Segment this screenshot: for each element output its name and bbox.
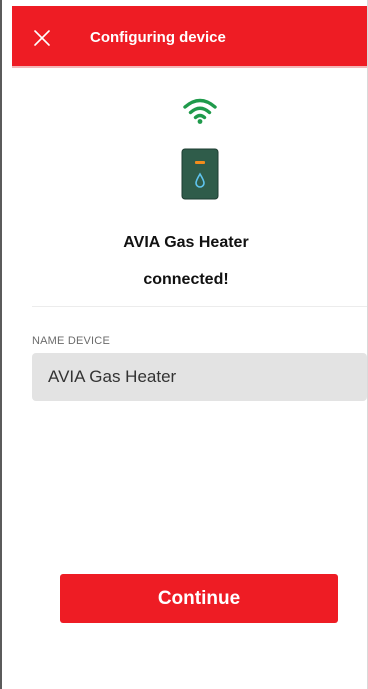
continue-button[interactable]: Continue [60,574,338,623]
device-name-input[interactable] [32,353,367,401]
device-name: AVIA Gas Heater [123,234,249,251]
gas-heater-icon [181,148,219,200]
app-header: Configuring device [12,6,367,68]
wifi-icon [183,98,217,124]
connection-status: connected! [143,271,229,288]
name-device-label: NAME DEVICE [32,335,110,347]
close-icon[interactable] [32,28,52,48]
page-title: Configuring device [90,29,226,46]
divider [32,306,367,307]
configure-device-screen: Configuring device AVIA Gas Heater conne… [0,0,368,689]
